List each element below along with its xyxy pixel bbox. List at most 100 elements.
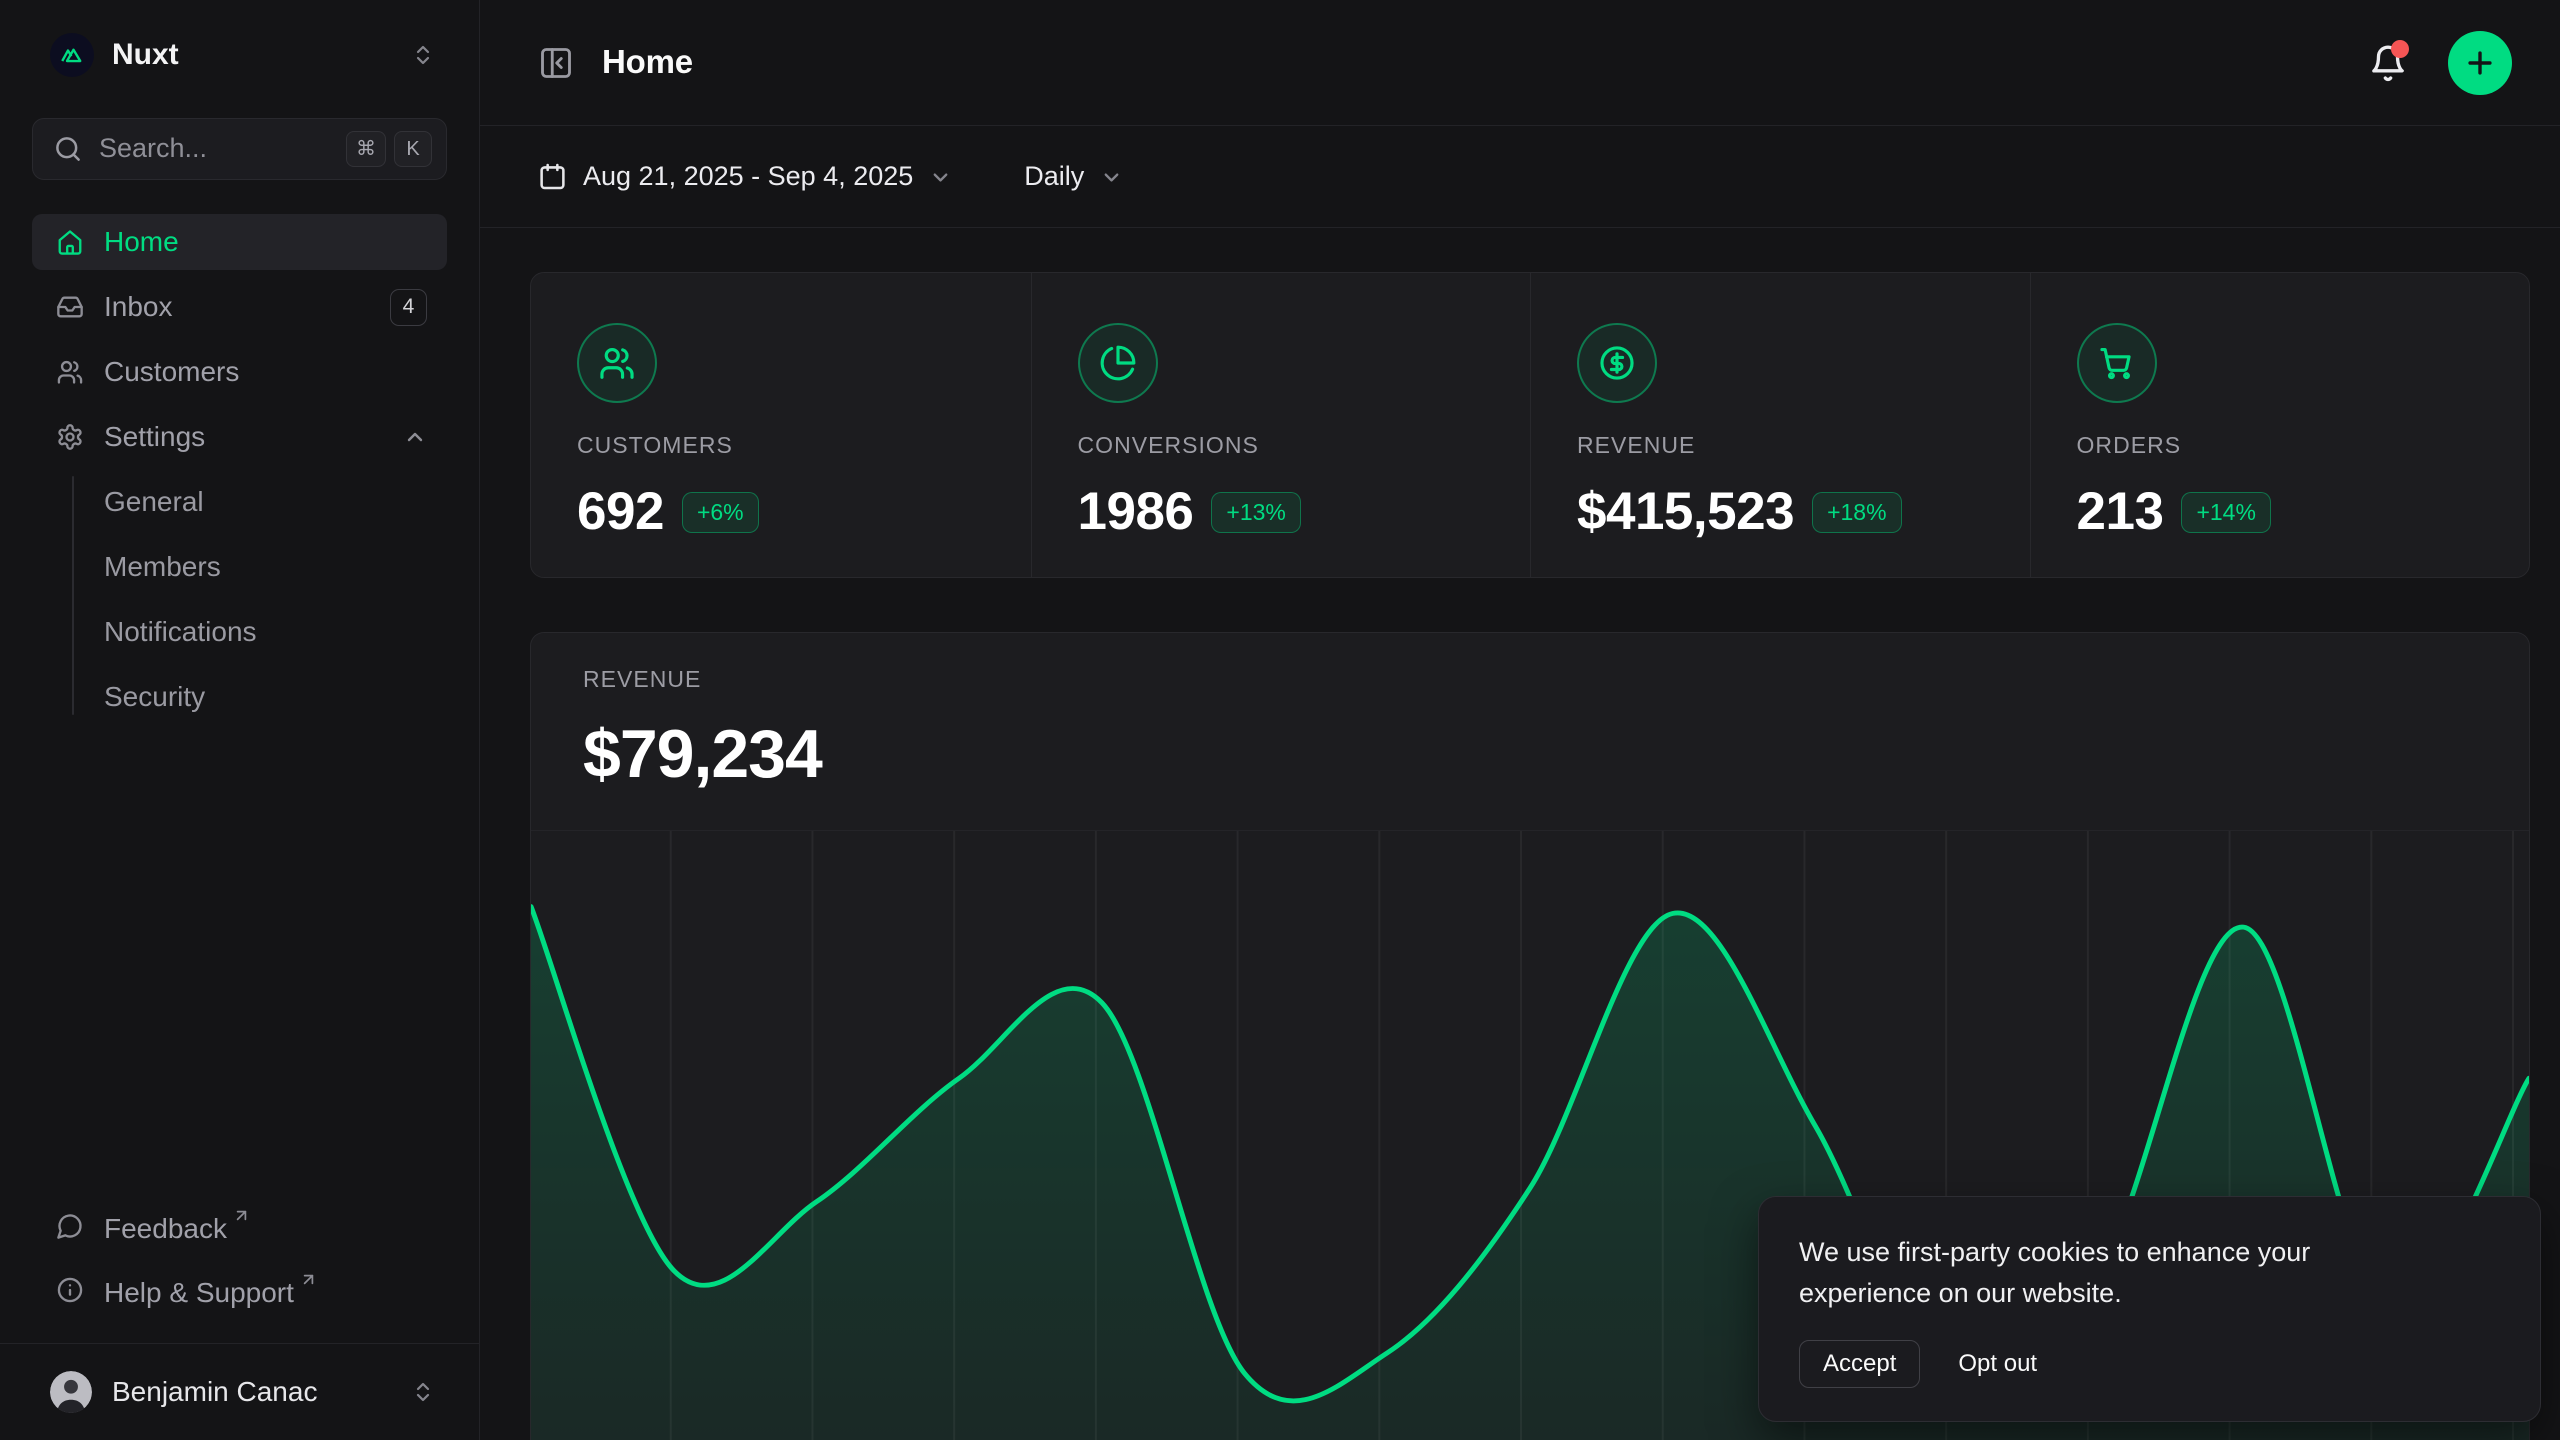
stat-label: ORDERS bbox=[2077, 429, 2494, 461]
date-range-picker[interactable]: Aug 21, 2025 - Sep 4, 2025 bbox=[538, 158, 952, 196]
sidebar-item-general[interactable]: General bbox=[32, 474, 447, 530]
app: Nuxt ⌘K Home Inbox 4 Customers Settings Gener… bbox=[0, 0, 2560, 1440]
info-icon bbox=[56, 1276, 84, 1304]
home-icon bbox=[56, 228, 84, 256]
stat-card-customers: CUSTOMERS 692 +6% bbox=[531, 273, 1031, 577]
kbd-key: K bbox=[394, 131, 432, 167]
sidebar-spacer bbox=[32, 734, 447, 1197]
user-menu[interactable]: Benjamin Canac bbox=[32, 1344, 447, 1440]
workspace-selector[interactable]: Nuxt bbox=[32, 22, 447, 88]
cookie-message: We use first-party cookies to enhance yo… bbox=[1799, 1232, 2444, 1315]
stat-icon-badge bbox=[1577, 323, 1657, 403]
avatar bbox=[50, 1371, 92, 1413]
sidebar-item-help[interactable]: Help & Support bbox=[32, 1261, 447, 1317]
kbd-key: ⌘ bbox=[346, 131, 386, 167]
stat-icon-badge bbox=[2077, 323, 2157, 403]
stat-card-revenue: REVENUE $415,523 +18% bbox=[1530, 273, 2030, 577]
search-icon bbox=[53, 134, 83, 164]
stat-value: $415,523 bbox=[1577, 475, 1794, 549]
sidebar-item-label: Inbox bbox=[104, 287, 173, 326]
stat-value-row: $415,523 +18% bbox=[1577, 475, 1994, 549]
sidebar-nav: Home Inbox 4 Customers Settings General Member… bbox=[32, 214, 447, 734]
stat-value: 1986 bbox=[1078, 475, 1194, 549]
period-label: Daily bbox=[1024, 158, 1084, 196]
stat-value-row: 1986 +13% bbox=[1078, 475, 1495, 549]
pie-icon bbox=[1099, 344, 1137, 382]
external-link-icon bbox=[300, 1271, 317, 1288]
cart-icon bbox=[2098, 344, 2136, 382]
accept-cookies-button[interactable]: Accept bbox=[1799, 1340, 1920, 1388]
user-name: Benjamin Canac bbox=[112, 1372, 317, 1411]
message-icon bbox=[56, 1212, 84, 1240]
sidebar-item-label: Feedback bbox=[104, 1209, 227, 1248]
revenue-panel-label: REVENUE bbox=[583, 663, 2529, 695]
stat-delta-badge: +13% bbox=[1211, 492, 1300, 533]
cookie-actions: Accept Opt out bbox=[1799, 1340, 2500, 1388]
header-actions bbox=[2368, 31, 2512, 95]
revenue-panel-header: REVENUE $79,234 bbox=[531, 633, 2529, 802]
optout-cookies-button[interactable]: Opt out bbox=[1958, 1347, 2037, 1381]
stat-label: CUSTOMERS bbox=[577, 429, 995, 461]
sidebar: Nuxt ⌘K Home Inbox 4 Customers Settings Gener… bbox=[0, 0, 480, 1440]
sidebar-item-home[interactable]: Home bbox=[32, 214, 447, 270]
sidebar-item-label: Home bbox=[104, 222, 179, 261]
sidebar-item-settings[interactable]: Settings bbox=[32, 409, 447, 465]
sidebar-item-feedback[interactable]: Feedback bbox=[32, 1197, 447, 1253]
date-range-label: Aug 21, 2025 - Sep 4, 2025 bbox=[583, 158, 913, 196]
stat-icon-badge bbox=[1078, 323, 1158, 403]
search-shortcut: ⌘K bbox=[346, 131, 432, 167]
stat-label: REVENUE bbox=[1577, 429, 1994, 461]
dollar-icon bbox=[1598, 344, 1636, 382]
stat-card-orders: ORDERS 213 +14% bbox=[2030, 273, 2530, 577]
workspace-name: Nuxt bbox=[112, 34, 179, 76]
stat-value: 213 bbox=[2077, 475, 2164, 549]
sidebar-collapse-button[interactable] bbox=[538, 45, 574, 81]
sidebar-item-label: Customers bbox=[104, 352, 239, 391]
inbox-icon bbox=[56, 293, 84, 321]
unread-indicator bbox=[2391, 40, 2409, 58]
search-input[interactable] bbox=[99, 130, 330, 168]
settings-icon bbox=[56, 423, 84, 451]
period-select[interactable]: Daily bbox=[1024, 158, 1123, 196]
chevron-down-icon bbox=[929, 166, 952, 189]
chevrons-up-down-icon bbox=[411, 39, 435, 71]
users-icon bbox=[598, 344, 636, 382]
sidebar-item-notifications[interactable]: Notifications bbox=[32, 604, 447, 660]
sidebar-item-label: Help & Support bbox=[104, 1273, 294, 1312]
sidebar-item-security[interactable]: Security bbox=[32, 669, 447, 725]
external-link-icon bbox=[233, 1207, 250, 1224]
header: Home bbox=[480, 0, 2560, 126]
sidebar-item-label: Settings bbox=[104, 417, 205, 456]
search-box[interactable]: ⌘K bbox=[32, 118, 447, 180]
stats-panel: CUSTOMERS 692 +6% CONVERSIONS 1986 +13% REVENU… bbox=[530, 272, 2530, 578]
sidebar-sublist-settings: General Members Notifications Security bbox=[32, 474, 447, 725]
panel-left-close-icon bbox=[538, 45, 574, 81]
cookie-banner: We use first-party cookies to enhance yo… bbox=[1758, 1196, 2541, 1422]
add-button[interactable] bbox=[2448, 31, 2512, 95]
stat-delta-badge: +6% bbox=[682, 492, 759, 533]
nuxt-logo-icon bbox=[50, 33, 94, 77]
sidebar-item-customers[interactable]: Customers bbox=[32, 344, 447, 400]
stat-icon-badge bbox=[577, 323, 657, 403]
plus-icon bbox=[2463, 46, 2497, 80]
users-icon bbox=[56, 358, 84, 386]
toolbar: Aug 21, 2025 - Sep 4, 2025 Daily bbox=[480, 126, 2560, 228]
stat-delta-badge: +18% bbox=[1812, 492, 1901, 533]
sidebar-secondary-nav: Feedback Help & Support bbox=[32, 1197, 447, 1325]
sidebar-item-members[interactable]: Members bbox=[32, 539, 447, 595]
revenue-panel-value: $79,234 bbox=[583, 707, 2529, 802]
stat-card-conversions: CONVERSIONS 1986 +13% bbox=[1031, 273, 1531, 577]
stat-value: 692 bbox=[577, 475, 664, 549]
chevron-up-icon bbox=[403, 425, 427, 449]
chevrons-up-down-icon bbox=[411, 1376, 435, 1408]
chevron-down-icon bbox=[1100, 166, 1123, 189]
stat-value-row: 213 +14% bbox=[2077, 475, 2494, 549]
page-title: Home bbox=[602, 39, 693, 85]
stat-label: CONVERSIONS bbox=[1078, 429, 1495, 461]
calendar-icon bbox=[538, 162, 567, 191]
sidebar-item-inbox[interactable]: Inbox 4 bbox=[32, 279, 447, 335]
inbox-count-badge: 4 bbox=[390, 289, 427, 326]
stat-delta-badge: +14% bbox=[2181, 492, 2270, 533]
stat-value-row: 692 +6% bbox=[577, 475, 995, 549]
notifications-button[interactable] bbox=[2368, 43, 2408, 83]
